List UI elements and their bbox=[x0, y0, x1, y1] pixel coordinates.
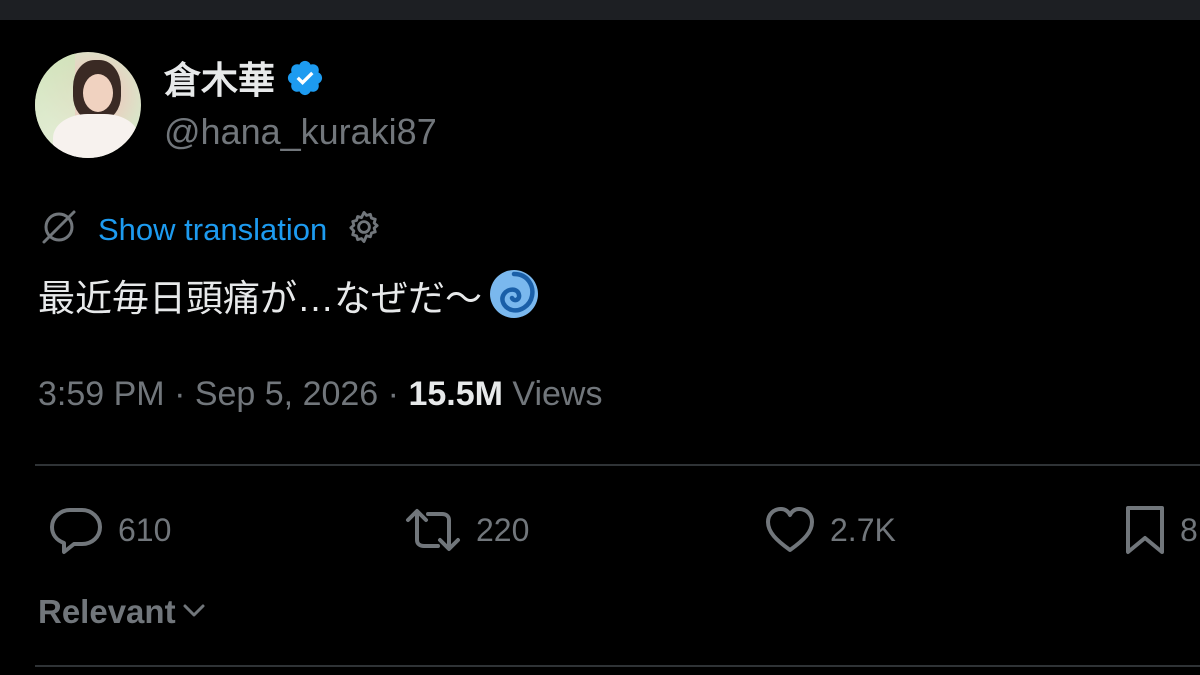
sort-label: Relevant bbox=[38, 593, 176, 630]
divider bbox=[35, 665, 1200, 667]
avatar[interactable] bbox=[35, 52, 141, 158]
divider bbox=[35, 464, 1200, 466]
tweet-detail: 倉木華 @hana_kuraki87 Show translation 最近毎日… bbox=[0, 20, 1200, 675]
action-bar: 610 220 2.7K 8 bbox=[0, 504, 1200, 556]
bookmark-count: 8 bbox=[1180, 512, 1198, 548]
avatar-body bbox=[53, 114, 139, 158]
repost-count: 220 bbox=[476, 512, 530, 548]
display-name[interactable]: 倉木華 bbox=[164, 60, 275, 101]
chevron-down-icon bbox=[180, 592, 208, 632]
like-button[interactable]: 2.7K bbox=[764, 504, 896, 556]
bookmark-icon bbox=[1124, 504, 1166, 556]
views-label: Views bbox=[502, 375, 603, 413]
tweet-text: 最近毎日頭痛が…なぜだ〜 bbox=[38, 278, 482, 319]
reply-icon bbox=[48, 504, 104, 556]
avatar-face bbox=[83, 74, 113, 112]
bookmark-button[interactable]: 8 bbox=[1124, 504, 1198, 556]
reply-button[interactable]: 610 bbox=[48, 504, 171, 556]
tweet-body: 最近毎日頭痛が…なぜだ〜 bbox=[38, 268, 540, 330]
tweet-meta: 3:59 PM · Sep 5, 2026 · 15.5M Views bbox=[38, 374, 602, 414]
author-handle[interactable]: @hana_kuraki87 bbox=[164, 112, 437, 152]
translation-row: Show translation bbox=[38, 206, 383, 253]
cyclone-emoji-icon bbox=[488, 268, 540, 330]
browser-top-bar bbox=[0, 0, 1200, 20]
show-translation-link[interactable]: Show translation bbox=[98, 212, 327, 248]
timestamp[interactable]: 3:59 PM · Sep 5, 2026 · bbox=[38, 375, 408, 413]
repost-button[interactable]: 220 bbox=[404, 504, 529, 556]
reply-count: 610 bbox=[118, 512, 172, 548]
repost-icon bbox=[404, 504, 462, 556]
heart-icon bbox=[764, 504, 816, 556]
author-name-row: 倉木華 bbox=[164, 58, 325, 103]
gear-icon[interactable] bbox=[345, 208, 383, 251]
verified-badge-icon[interactable] bbox=[285, 58, 325, 103]
like-count: 2.7K bbox=[830, 512, 896, 548]
views-count: 15.5M bbox=[408, 375, 503, 413]
sort-replies-dropdown[interactable]: Relevant bbox=[38, 592, 208, 632]
translate-globe-icon bbox=[38, 206, 80, 253]
